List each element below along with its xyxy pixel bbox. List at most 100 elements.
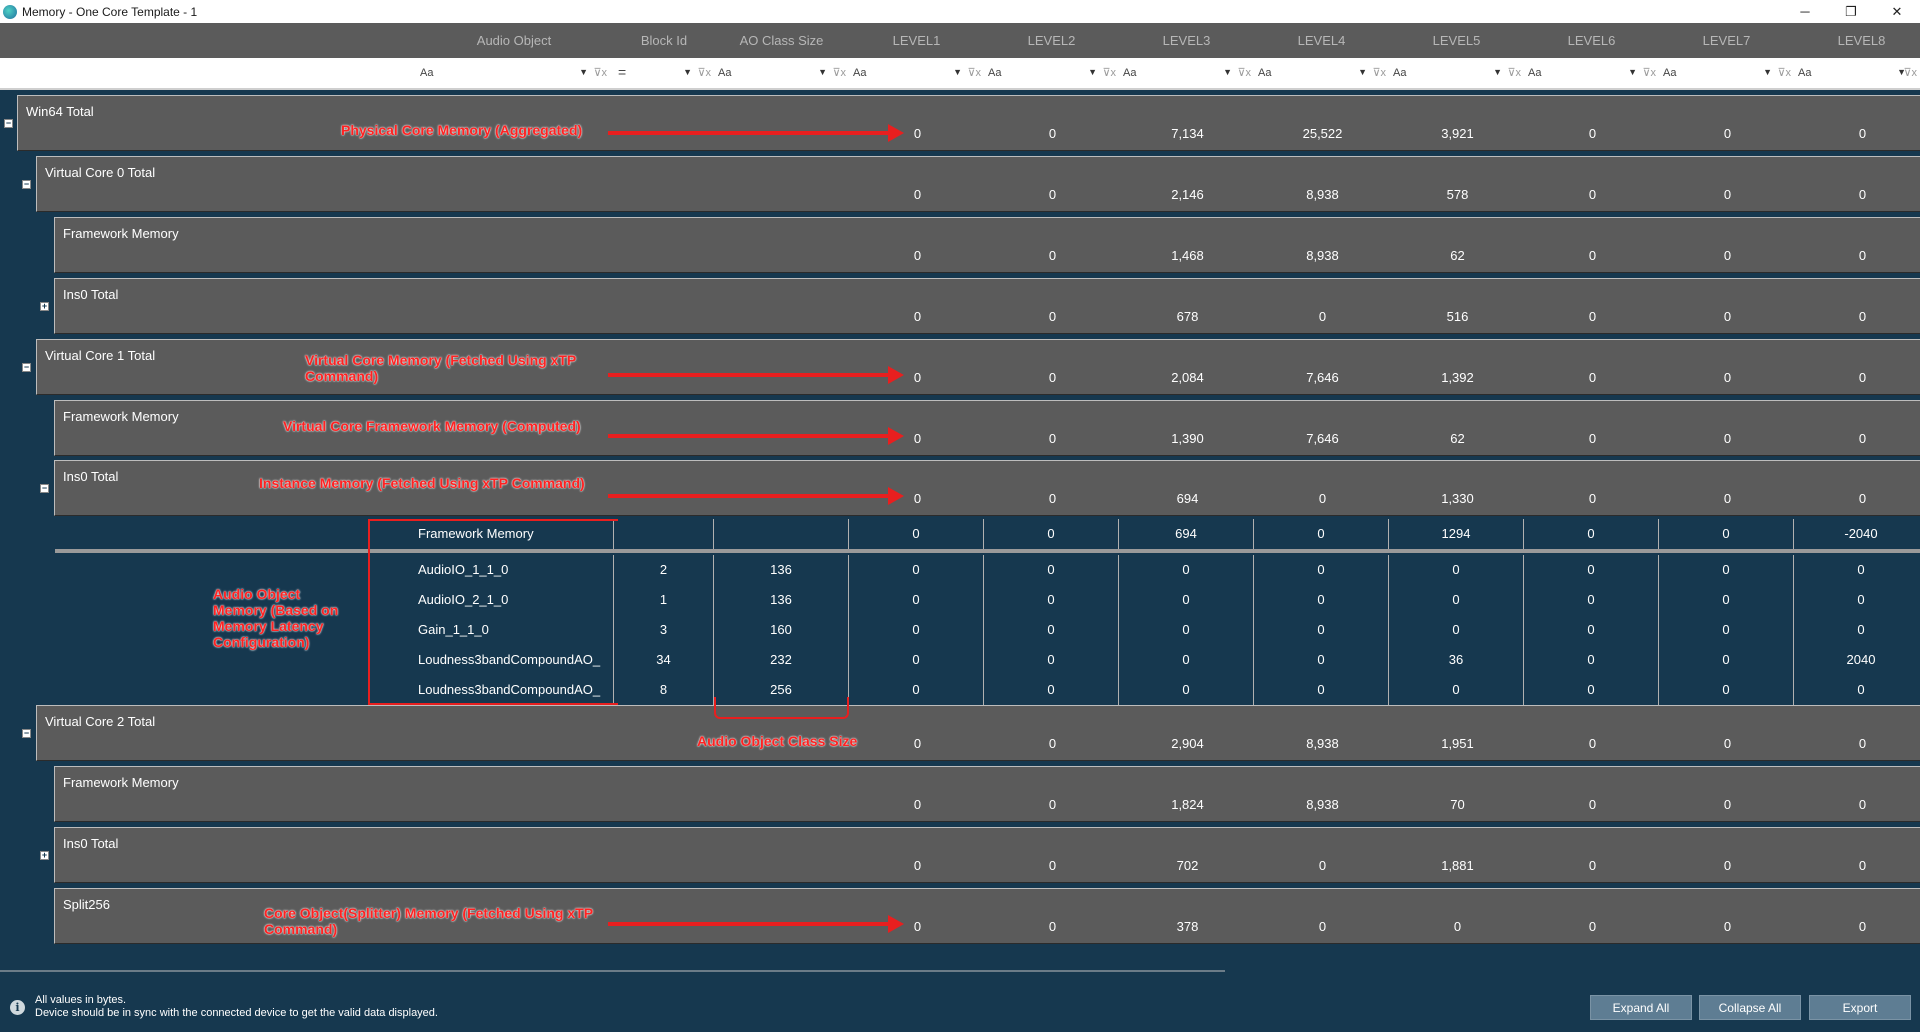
level3-value: 0 <box>1119 615 1254 645</box>
filter-level5[interactable]: Aa ▼ ⊽x <box>1389 62 1524 86</box>
clear-filter-icon[interactable]: ⊽x <box>1237 66 1251 79</box>
level3-value: 378 <box>1176 919 1199 934</box>
maximize-button[interactable]: ❐ <box>1828 0 1874 23</box>
clear-filter-icon[interactable]: ⊽x <box>697 66 711 79</box>
collapse-toggle-icon[interactable]: − <box>4 119 13 128</box>
chevron-down-icon[interactable]: ▼ <box>1763 67 1772 77</box>
tree-row[interactable]: Win64 Total 0 0 7,134 25,522 3,921 0 0 0 <box>17 95 1920 151</box>
level1-value: 0 <box>849 555 984 585</box>
level3-value: 2,904 <box>1171 736 1204 751</box>
level8-value: 0 <box>1794 675 1920 705</box>
column-header-ao-class-size[interactable]: AO Class Size <box>714 23 849 58</box>
filter-level6[interactable]: Aa ▼ ⊽x <box>1524 62 1659 86</box>
filter-level3[interactable]: Aa ▼ ⊽x <box>1119 62 1254 86</box>
chevron-down-icon[interactable]: ▼ <box>579 67 588 77</box>
level3-value: 2,084 <box>1171 370 1204 385</box>
column-header-level5[interactable]: LEVEL5 <box>1389 23 1524 58</box>
minimize-button[interactable]: ─ <box>1782 0 1828 23</box>
clear-filter-icon[interactable]: ⊽x <box>1642 66 1656 79</box>
collapse-toggle-icon[interactable]: − <box>22 180 31 189</box>
filter-level1[interactable]: Aa ▼ ⊽x <box>849 62 984 86</box>
tree-row[interactable]: Virtual Core 2 Total 0 0 2,904 8,938 1,951 0 0 0 <box>36 705 1920 761</box>
column-header-block-id[interactable]: Block Id <box>614 23 714 58</box>
close-button[interactable]: ✕ <box>1874 0 1920 23</box>
collapse-all-button[interactable]: Collapse All <box>1699 995 1801 1020</box>
filter-block-id[interactable]: = ▼ ⊽x <box>614 62 714 86</box>
column-header-level4[interactable]: LEVEL4 <box>1254 23 1389 58</box>
level1-value: 0 <box>849 615 984 645</box>
column-header-level8[interactable]: LEVEL8 <box>1794 23 1920 58</box>
level2-value: 0 <box>1048 309 1057 324</box>
column-header-level2[interactable]: LEVEL2 <box>984 23 1119 58</box>
tree-row[interactable]: Framework Memory 0 0 1,824 8,938 70 0 0 0 <box>54 766 1920 822</box>
expand-toggle-icon[interactable]: + <box>40 851 49 860</box>
level7-value: 0 <box>1659 645 1794 675</box>
filter-level2[interactable]: Aa ▼ ⊽x <box>984 62 1119 86</box>
level4-value: 0 <box>1254 555 1389 585</box>
level8-value: 0 <box>1858 309 1867 324</box>
column-header-level6[interactable]: LEVEL6 <box>1524 23 1659 58</box>
level5-value: 62 <box>1450 431 1465 446</box>
chevron-down-icon[interactable]: ▼ <box>818 67 827 77</box>
level4-value: 7,646 <box>1306 370 1339 385</box>
collapse-toggle-icon[interactable]: − <box>40 484 49 493</box>
chevron-down-icon[interactable]: ▼ <box>1223 67 1232 77</box>
filter-ao-class-size[interactable]: Aa ▼ ⊽x <box>714 62 849 86</box>
level6-value: 0 <box>1588 431 1597 446</box>
clear-filter-icon[interactable]: ⊽x <box>1903 66 1917 79</box>
level4-value: 0 <box>1254 519 1389 549</box>
tree-row[interactable]: Ins0 Total 0 0 702 0 1,881 0 0 0 <box>54 827 1920 883</box>
tree-row-label: Framework Memory <box>63 775 179 790</box>
level6-value: 0 <box>1524 645 1659 675</box>
collapse-toggle-icon[interactable]: − <box>22 729 31 738</box>
clear-filter-icon[interactable]: ⊽x <box>1777 66 1791 79</box>
column-header-level7[interactable]: LEVEL7 <box>1659 23 1794 58</box>
level8-value: 0 <box>1858 797 1867 812</box>
level4-value: 8,938 <box>1306 248 1339 263</box>
level2-value: 0 <box>1048 797 1057 812</box>
chevron-down-icon[interactable]: ▼ <box>1358 67 1367 77</box>
column-header-audio-object[interactable]: Audio Object <box>419 23 609 58</box>
tree-row[interactable]: Virtual Core 0 Total 0 0 2,146 8,938 578 0 0 0 <box>36 156 1920 212</box>
level5-value: 62 <box>1450 248 1465 263</box>
level7-value: 0 <box>1723 309 1732 324</box>
level2-value: 0 <box>984 519 1119 549</box>
clear-filter-icon[interactable]: ⊽x <box>967 66 981 79</box>
clear-filter-icon[interactable]: ⊽x <box>593 66 607 79</box>
tree-row[interactable]: Ins0 Total 0 0 678 0 516 0 0 0 <box>54 278 1920 334</box>
column-header-level1[interactable]: LEVEL1 <box>849 23 984 58</box>
level3-value: 0 <box>1119 585 1254 615</box>
clear-filter-icon[interactable]: ⊽x <box>1372 66 1386 79</box>
clear-filter-icon[interactable]: ⊽x <box>832 66 846 79</box>
level6-value: 0 <box>1588 309 1597 324</box>
level4-value: 0 <box>1254 645 1389 675</box>
scrollbar-thumb[interactable] <box>0 970 1225 972</box>
filter-level7[interactable]: Aa ▼ ⊽x <box>1659 62 1794 86</box>
level2-value: 0 <box>984 615 1119 645</box>
level7-value: 0 <box>1659 615 1794 645</box>
chevron-down-icon[interactable]: ▼ <box>1493 67 1502 77</box>
export-button[interactable]: Export <box>1809 995 1911 1020</box>
clear-filter-icon[interactable]: ⊽x <box>1102 66 1116 79</box>
chevron-down-icon[interactable]: ▼ <box>1088 67 1097 77</box>
collapse-toggle-icon[interactable]: − <box>22 363 31 372</box>
expand-toggle-icon[interactable]: + <box>40 302 49 311</box>
chevron-down-icon[interactable]: ▼ <box>953 67 962 77</box>
filter-level4[interactable]: Aa ▼ ⊽x <box>1254 62 1389 86</box>
level4-value: 0 <box>1254 585 1389 615</box>
filter-audio-object[interactable]: Aa ▼ ⊽x <box>416 62 610 86</box>
app-icon <box>3 4 17 19</box>
column-header-level3[interactable]: LEVEL3 <box>1119 23 1254 58</box>
horizontal-scrollbar[interactable] <box>0 962 1920 980</box>
info-icon: i <box>10 1000 25 1015</box>
chevron-down-icon[interactable]: ▼ <box>683 67 692 77</box>
annotation-audio-object: Audio Object Memory (Based on Memory Lat… <box>213 586 339 650</box>
filter-level8[interactable]: Aa ▼ ⊽x <box>1794 62 1920 86</box>
tree-row[interactable]: Framework Memory 0 0 1,468 8,938 62 0 0 0 <box>54 217 1920 273</box>
clear-filter-icon[interactable]: ⊽x <box>1507 66 1521 79</box>
expand-all-button[interactable]: Expand All <box>1590 995 1692 1020</box>
text-filter-icon: Aa <box>718 67 732 79</box>
chevron-down-icon[interactable]: ▼ <box>1628 67 1637 77</box>
level4-value: 8,938 <box>1306 736 1339 751</box>
level7-value: 0 <box>1723 736 1732 751</box>
